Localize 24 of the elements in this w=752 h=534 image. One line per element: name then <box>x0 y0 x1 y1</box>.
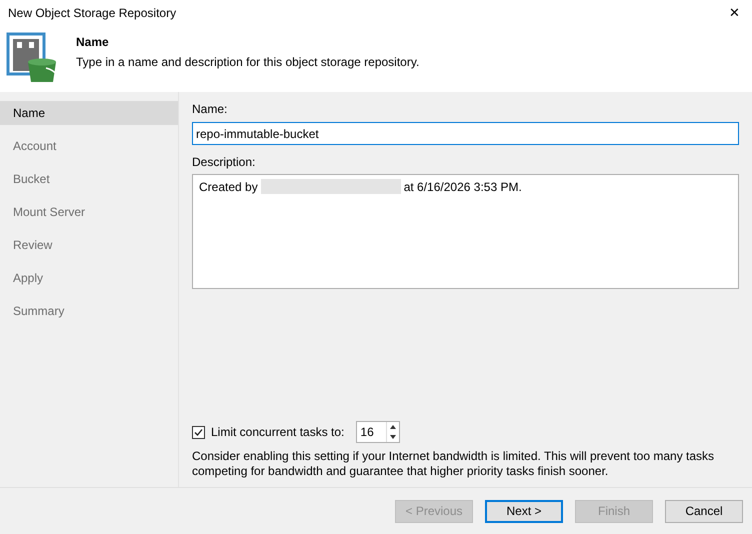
step-item[interactable]: Summary <box>0 299 178 323</box>
window-title: New Object Storage Repository <box>8 5 176 22</box>
wizard-button[interactable]: Cancel <box>665 500 743 522</box>
repository-bucket-icon <box>6 32 58 84</box>
step-item[interactable]: Apply <box>0 266 178 290</box>
limit-checkbox[interactable] <box>192 426 205 438</box>
description-field[interactable]: Created by at 6/16/2026 3:53 PM. <box>192 174 739 289</box>
close-button[interactable]: ✕ <box>729 3 740 23</box>
step-item[interactable]: Review <box>0 233 178 257</box>
step-item[interactable]: Account <box>0 134 178 158</box>
description-text: at 6/16/2026 3:53 PM. <box>404 179 522 196</box>
step-item[interactable]: Mount Server <box>0 200 178 224</box>
step-title: Name <box>76 34 110 51</box>
description-text: Created by <box>199 179 258 196</box>
step-item[interactable]: Bucket <box>0 167 178 191</box>
limit-label: Limit concurrent tasks to: <box>211 424 344 441</box>
description-label: Description: <box>192 154 256 171</box>
wizard-button[interactable]: Next > <box>485 500 563 522</box>
name-field[interactable]: repo-immutable-bucket <box>192 122 739 145</box>
limit-hint: Consider enabling this setting if your Internet bandwidth is limited. This will prevent too many tasks competing for bandwidth and guarantee that higher priority tasks finish sooner. <box>192 449 716 479</box>
step-subtitle: Type in a name and description for this object storage repository. <box>76 54 420 71</box>
step-item[interactable]: Name <box>0 101 178 125</box>
name-label: Name: <box>192 101 228 118</box>
tasks-spinner[interactable]: 16 <box>356 421 400 443</box>
